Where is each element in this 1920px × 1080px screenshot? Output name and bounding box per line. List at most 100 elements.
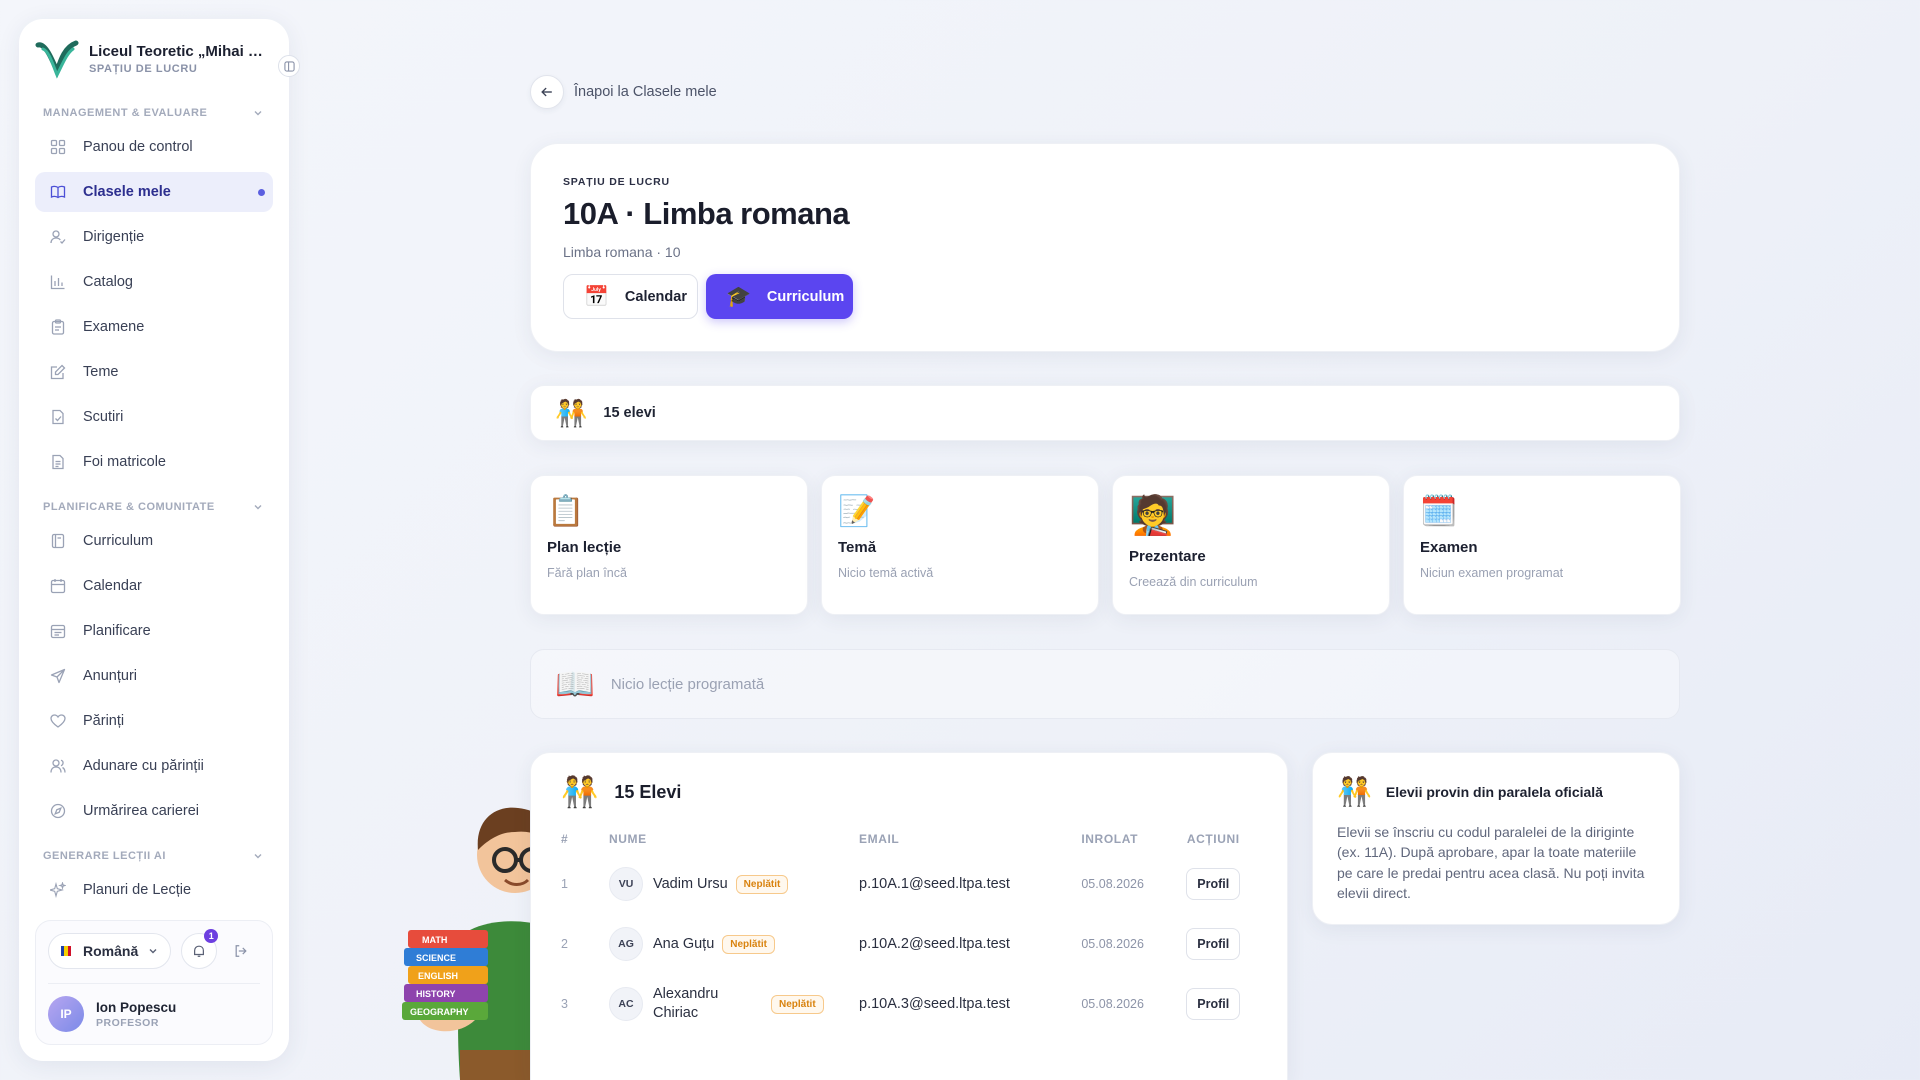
back-link-label: Înapoi la Clasele mele (574, 84, 717, 100)
school-name: Liceul Teoretic „Mihai Emi… (89, 43, 269, 60)
student-name: Vadim Ursu (653, 876, 728, 892)
tile-subtitle: Nicio temă activă (838, 566, 934, 580)
back-link[interactable]: Înapoi la Clasele mele (530, 75, 717, 109)
logout-button[interactable] (227, 937, 255, 965)
enrolled-date: 05.08.2026 (1081, 877, 1144, 891)
profile-button[interactable]: Profil (1186, 868, 1241, 900)
notifications-button[interactable]: 1 (181, 929, 219, 969)
tile-title: Plan lecție (547, 539, 622, 556)
row-index: 2 (561, 937, 568, 951)
language-label: Română (83, 943, 139, 959)
sidebar-item-clasele-mele[interactable]: Clasele mele (35, 172, 273, 212)
sidebar-toggle-icon (283, 60, 295, 72)
enrolled-date: 05.08.2026 (1081, 997, 1144, 1011)
user-profile[interactable]: IP Ion Popescu PROFESOR (48, 983, 260, 1032)
hero-eyebrow: SPAȚIU DE LUCRU (563, 176, 670, 188)
students-table: # NUME EMAIL INROLAT ACȚIUNI 1 VU Vadim … (561, 832, 1253, 1034)
sidebar-item-examene[interactable]: Examene (35, 307, 273, 347)
section-title: GENERARE LECȚII AI (43, 850, 166, 862)
avatar: AC (609, 987, 643, 1021)
sidebar-item-planificare[interactable]: Planificare (35, 611, 273, 651)
info-title: Elevii provin din paralela oficială (1385, 783, 1603, 800)
tile-subtitle: Fără plan încă (547, 566, 627, 580)
romania-flag-icon (61, 946, 71, 956)
calendar-list-icon (49, 622, 67, 640)
memo-emoji-icon: 📝 (838, 495, 876, 528)
edit-icon (49, 363, 67, 381)
table-row: 1 VU Vadim Ursu Neplătit p.10A.1@seed.lt… (561, 854, 1253, 914)
grid-icon (49, 138, 67, 156)
language-selector[interactable]: Română (48, 933, 172, 969)
logout-icon (235, 945, 247, 957)
collapse-sidebar-button[interactable] (278, 55, 300, 77)
tile-title: Prezentare (1129, 548, 1206, 565)
student-count-bar[interactable]: 🧑‍🤝‍🧑 15 elevi (530, 385, 1680, 441)
sidebar-item-parinti[interactable]: Părinți (35, 701, 273, 741)
tile-examen[interactable]: 🗓️ Examen Niciun examen programat (1403, 475, 1681, 615)
sidebar-item-catalog[interactable]: Catalog (35, 262, 273, 302)
sidebar-item-anunturi[interactable]: Anunțuri (35, 656, 273, 696)
user-name: Ion Popescu (96, 999, 177, 1015)
notifications-badge: 1 (204, 929, 219, 943)
back-button[interactable] (530, 75, 564, 109)
sidebar-item-urmarirea-carierei[interactable]: Urmărirea carierei (35, 791, 273, 831)
send-icon (49, 667, 67, 685)
students-group-icon: 🧑‍🤝‍🧑 (1337, 776, 1372, 807)
students-group-icon: 🧑‍🤝‍🧑 (555, 397, 588, 428)
presentation-emoji-icon: 🧑‍🏫 (1129, 495, 1177, 537)
tile-subtitle: Niciun examen programat (1420, 566, 1564, 580)
section-planificare[interactable]: PLANIFICARE & COMUNITATE (35, 487, 273, 521)
sidebar-item-label: Examene (83, 319, 145, 335)
sidebar-item-teme[interactable]: Teme (35, 352, 273, 392)
calendar-button-label: Calendar (624, 288, 687, 305)
col-actions: ACȚIUNI (1186, 832, 1240, 846)
status-badge: Neplătit (735, 874, 789, 894)
calendar-emoji-icon: 📅 (584, 286, 609, 308)
section-generare-lectii[interactable]: GENERARE LECȚII AI (35, 836, 273, 870)
sidebar-item-label: Urmărirea carierei (83, 803, 200, 819)
sidebar-item-planuri-de-lectie[interactable]: Planuri de Lecție (35, 870, 273, 910)
chevron-down-icon (254, 505, 262, 510)
info-text: Elevii se înscriu cu codul paralelei de … (1337, 824, 1645, 901)
compass-icon (49, 802, 67, 820)
curriculum-button[interactable]: 🎓 Curriculum (706, 274, 853, 319)
calendar-button[interactable]: 📅 Calendar (563, 274, 698, 319)
sidebar-item-label: Planificare (83, 623, 151, 639)
arrow-left-icon (541, 87, 552, 97)
sidebar-item-label: Clasele mele (83, 184, 171, 200)
status-badge: Neplătit (722, 934, 775, 954)
student-name: Ana Guțu (653, 936, 715, 952)
section-management[interactable]: MANAGEMENT & EVALUARE (35, 93, 273, 127)
users-icon (49, 757, 67, 775)
sidebar-item-label: Dirigenție (83, 229, 145, 245)
book-label: GEOGRAPHY (410, 1007, 469, 1017)
profile-button[interactable]: Profil (1186, 928, 1241, 960)
col-email: EMAIL (859, 832, 900, 846)
section-title: PLANIFICARE & COMUNITATE (43, 501, 215, 513)
sidebar-item-adunare-cu-parintii[interactable]: Adunare cu părinții (35, 746, 273, 786)
tile-tema[interactable]: 📝 Temă Nicio temă activă (821, 475, 1099, 615)
bell-icon (194, 945, 205, 957)
sidebar-item-label: Părinți (83, 713, 125, 729)
page-subtitle: Limba romana · 10 (563, 244, 681, 260)
chevron-down-icon (254, 854, 262, 859)
table-row: 2 AG Ana Guțu Neplătit p.10A.2@seed.ltpa… (561, 914, 1253, 974)
sidebar-item-calendar[interactable]: Calendar (35, 566, 273, 606)
sidebar-item-curriculum[interactable]: Curriculum (35, 521, 273, 561)
chevron-down-icon (254, 111, 262, 116)
sidebar-item-label: Panou de control (83, 139, 193, 155)
info-card: 🧑‍🤝‍🧑 Elevii provin din paralela oficial… (1312, 752, 1680, 925)
avatar: IP (48, 996, 84, 1032)
calendar-icon (49, 577, 67, 595)
sidebar-item-dirigentie[interactable]: Dirigenție (35, 217, 273, 257)
tile-subtitle: Creează din curriculum (1129, 575, 1258, 589)
enrolled-date: 05.08.2026 (1081, 937, 1144, 951)
sidebar-item-label: Catalog (83, 274, 133, 290)
sidebar-item-panou-de-control[interactable]: Panou de control (35, 127, 273, 167)
tile-plan-lectie[interactable]: 📋 Plan lecție Fără plan încă (530, 475, 808, 615)
sidebar-item-foi-matricole[interactable]: Foi matricole (35, 442, 273, 482)
sidebar-item-scutiri[interactable]: Scutiri (35, 397, 273, 437)
book-label: ENGLISH (418, 971, 458, 981)
profile-button[interactable]: Profil (1186, 988, 1241, 1020)
tile-prezentare[interactable]: 🧑‍🏫 Prezentare Creează din curriculum (1112, 475, 1390, 615)
